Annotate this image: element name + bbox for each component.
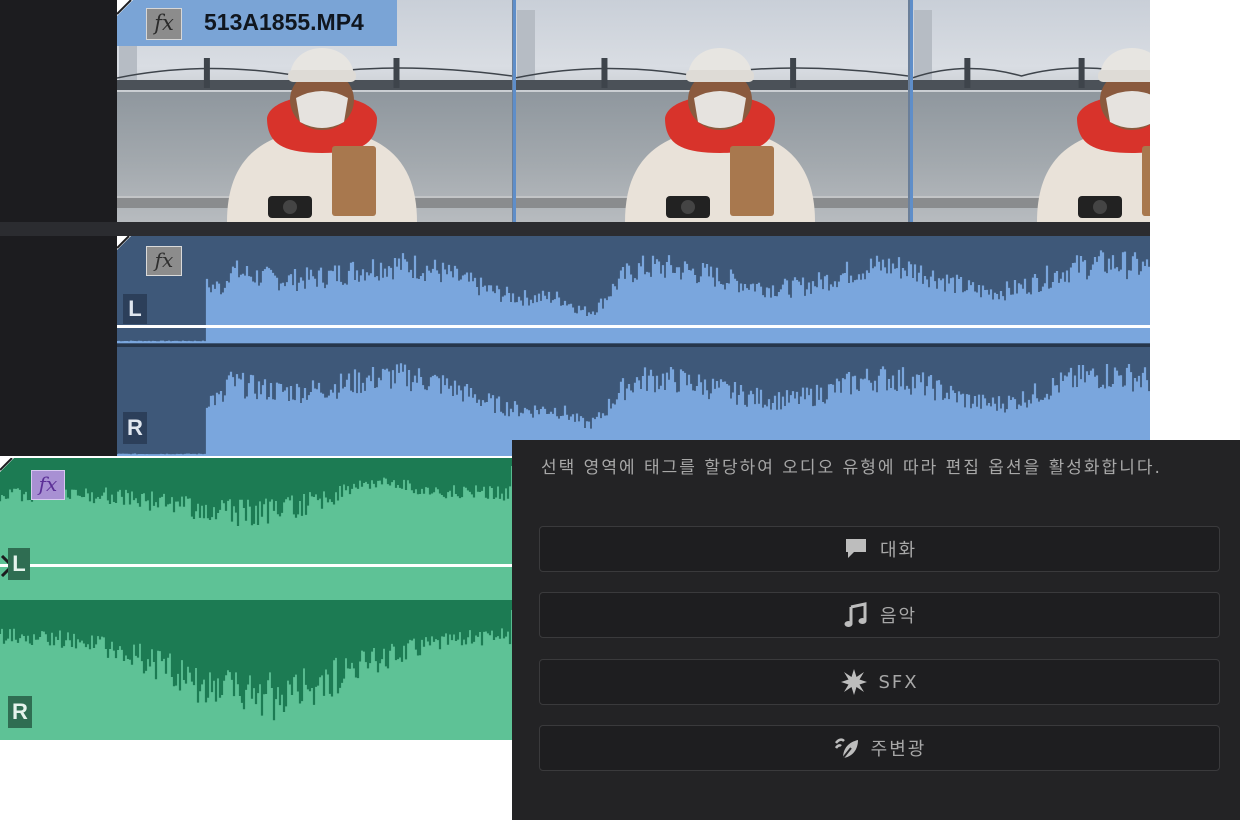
green-left-channel-label: L <box>8 548 30 580</box>
track-gap <box>0 222 1150 236</box>
sfx-button[interactable]: SFX <box>539 659 1220 705</box>
green-clip-corner-icon <box>0 458 14 472</box>
leaf-wind-icon <box>833 734 861 762</box>
volume-rubberband[interactable] <box>117 325 1150 328</box>
music-button[interactable]: 음악 <box>539 592 1220 638</box>
ambience-label: 주변광 <box>870 739 927 760</box>
video-thumbnail-frame <box>912 0 1150 222</box>
audio-track-header <box>0 236 117 456</box>
green-right-channel-label: R <box>8 696 32 728</box>
video-thumbnail-frame <box>515 0 908 222</box>
clip-start-corner-icon <box>117 0 133 16</box>
green-fx-badge[interactable]: fx <box>31 470 65 500</box>
video-track-header <box>0 0 117 222</box>
speech-bubble-icon <box>842 535 870 563</box>
dialogue-button[interactable]: 대화 <box>539 526 1220 572</box>
right-channel-label: R <box>123 412 147 444</box>
channel-divider <box>117 344 1150 347</box>
music-label: 음악 <box>879 606 918 627</box>
volume-rubberband-green[interactable] <box>0 564 512 567</box>
clip-fx-badge[interactable]: fx <box>146 8 182 40</box>
clip-name: 513A1855.MP4 <box>204 9 364 35</box>
audio-clip-green[interactable] <box>0 458 512 740</box>
panel-description: 선택 영역에 태그를 할당하여 오디오 유형에 따라 편집 옵션을 활성화합니다… <box>541 458 1162 478</box>
sfx-label: SFX <box>878 671 919 693</box>
frame-separator <box>513 0 516 222</box>
music-note-icon <box>842 601 870 629</box>
dialogue-label: 대화 <box>879 540 918 561</box>
ambience-button[interactable]: 주변광 <box>539 725 1220 771</box>
waveform-green <box>0 458 512 721</box>
starburst-icon <box>840 668 868 696</box>
frame-separator <box>910 0 913 222</box>
audio-fx-badge[interactable]: fx <box>146 246 182 276</box>
audio-clip-corner-icon <box>117 236 131 250</box>
left-channel-label: L <box>123 294 147 324</box>
